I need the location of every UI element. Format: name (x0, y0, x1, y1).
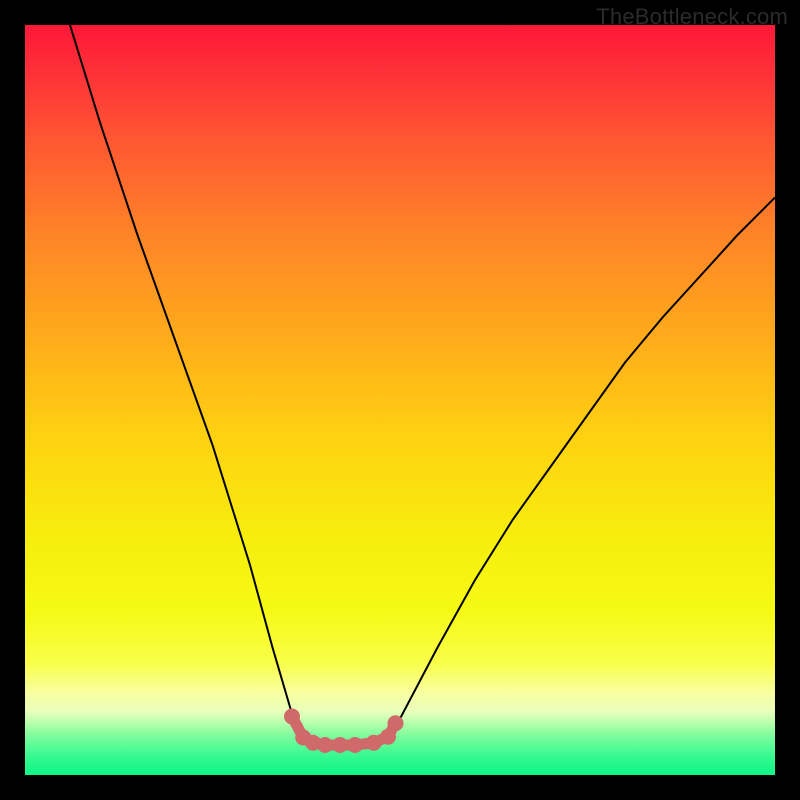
flat-zone-dot (317, 737, 333, 753)
bottleneck-curve-line (70, 25, 775, 745)
flat-zone-dot (347, 737, 363, 753)
flat-zone-dots (284, 709, 404, 754)
flat-zone-dot (380, 729, 396, 745)
flat-zone-dot (284, 709, 300, 725)
flat-zone-dot (388, 715, 404, 731)
chart-svg (25, 25, 775, 775)
curve-layer (70, 25, 775, 753)
watermark-text: TheBottleneck.com (596, 4, 788, 30)
flat-zone-dot (366, 735, 382, 751)
flat-zone-dot (332, 737, 348, 753)
chart-frame: TheBottleneck.com (0, 0, 800, 800)
